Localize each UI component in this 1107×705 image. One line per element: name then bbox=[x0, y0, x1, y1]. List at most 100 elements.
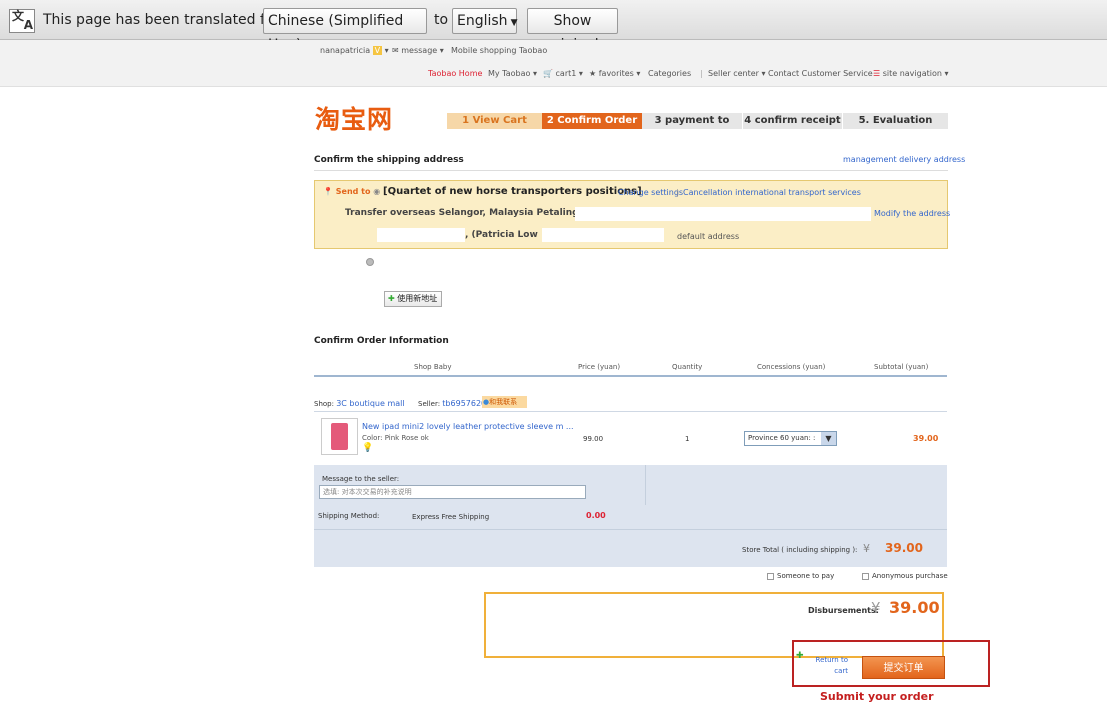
favorites-link[interactable]: ★ favorites ▾ bbox=[589, 69, 640, 78]
seller-name-link[interactable]: tb6957620 bbox=[442, 399, 486, 408]
shop-name-link[interactable]: 3C boutique mall bbox=[336, 399, 404, 408]
new-address-text: 使用新地址 bbox=[397, 294, 438, 303]
shop-label: Shop: bbox=[314, 400, 334, 408]
customer-service-link[interactable]: Contact Customer Service bbox=[768, 69, 873, 78]
my-taobao-link[interactable]: My Taobao ▾ bbox=[488, 69, 537, 78]
anonymous-purchase-option[interactable]: Anonymous purchase bbox=[862, 572, 948, 580]
categories-link[interactable]: Categories bbox=[648, 69, 691, 78]
send-to-label: 📍 Send to ◉ bbox=[323, 187, 380, 196]
return-to-cart-link[interactable]: Return to cart bbox=[808, 655, 848, 677]
taobao-home-link[interactable]: Taobao Home bbox=[428, 69, 482, 78]
shipping-section-title: Confirm the shipping address bbox=[314, 155, 464, 165]
product-title-link[interactable]: New ipad mini2 lovely leather protective… bbox=[362, 422, 574, 431]
message-link[interactable]: ✉ message ▾ bbox=[392, 46, 444, 55]
divider bbox=[314, 411, 947, 412]
menu-icon: ☰ bbox=[873, 69, 881, 78]
order-section-title: Confirm Order Information bbox=[314, 336, 449, 346]
username-link[interactable]: nanapatricia V ▾ bbox=[320, 46, 389, 55]
currency-symbol: ¥ bbox=[863, 542, 870, 555]
product-thumbnail[interactable] bbox=[321, 418, 358, 455]
anonymous-text: Anonymous purchase bbox=[872, 572, 948, 580]
recipient-name: , (Patricia Low bbox=[465, 230, 538, 240]
site-navigation-link[interactable]: ☰ site navigation ▾ bbox=[873, 69, 949, 78]
site-navigation-text: site navigation bbox=[882, 69, 942, 78]
step-evaluation: 5. Evaluation bbox=[842, 113, 948, 129]
message-label: Message to the seller: bbox=[322, 475, 400, 483]
source-language-select[interactable]: Chinese (Simplified Han)▼ bbox=[263, 8, 427, 53]
translate-icon[interactable]: 文A bbox=[9, 9, 35, 33]
target-language-value: English bbox=[457, 13, 508, 29]
taobao-logo[interactable]: 淘宝网 bbox=[315, 100, 393, 136]
arrow-left-icon: ✚ bbox=[796, 651, 804, 661]
disbursements-value: 39.00 bbox=[889, 598, 940, 617]
divider bbox=[314, 170, 948, 171]
submit-order-caption: Submit your order bbox=[820, 690, 934, 703]
header-concessions: Concessions (yuan) bbox=[757, 363, 826, 371]
shipping-cost: 0.00 bbox=[586, 511, 606, 520]
shop-row: Shop: 3C boutique mall bbox=[314, 399, 405, 408]
table-header-rule bbox=[314, 375, 947, 377]
header-subtotal: Subtotal (yuan) bbox=[874, 363, 929, 371]
someone-to-pay-option[interactable]: Someone to pay bbox=[767, 572, 834, 580]
item-subtotal: 39.00 bbox=[913, 434, 939, 443]
address-line: Transfer overseas Selangor, Malaysia Pet… bbox=[345, 208, 579, 218]
site-nav: nanapatricia V ▾ ✉ message ▾ Mobile shop… bbox=[0, 40, 1107, 87]
seller-label: Seller: bbox=[418, 400, 441, 408]
store-total-value: 39.00 bbox=[885, 541, 923, 555]
translate-to-label: to bbox=[434, 12, 449, 28]
submit-order-button[interactable]: 提交订单 bbox=[862, 656, 945, 679]
redacted-block bbox=[542, 228, 664, 242]
item-price: 99.00 bbox=[583, 435, 604, 443]
chevron-down-icon: ▼ bbox=[510, 18, 518, 28]
my-taobao-text: My Taobao bbox=[488, 69, 531, 78]
seller-center-link[interactable]: Seller center ▾ bbox=[708, 69, 766, 78]
cart-icon: 🛒 bbox=[543, 69, 553, 78]
message-text: message bbox=[401, 46, 438, 55]
new-address-radio[interactable] bbox=[366, 258, 374, 266]
cart-link[interactable]: 🛒 cart1 ▾ bbox=[543, 69, 583, 78]
contact-seller-button[interactable]: ●和我联系 bbox=[482, 396, 527, 408]
contact-seller-text: 和我联系 bbox=[489, 398, 518, 406]
cart-text: cart1 bbox=[555, 69, 577, 78]
translate-message: This page has been translated from bbox=[43, 12, 293, 28]
concession-select[interactable]: Province 60 yuan: : ▼ bbox=[744, 431, 837, 446]
send-to-text: Send to bbox=[335, 187, 371, 196]
nav-divider: | bbox=[700, 69, 703, 78]
plus-icon: ✚ bbox=[388, 294, 395, 303]
redacted-block bbox=[377, 228, 465, 242]
concession-value: Province 60 yuan: : bbox=[748, 434, 816, 442]
step-confirm-order: 2 Confirm Order bbox=[542, 113, 642, 129]
chevron-down-icon: ▼ bbox=[821, 432, 836, 445]
header-quantity: Quantity bbox=[672, 363, 703, 371]
link-divider: | bbox=[676, 188, 679, 197]
shipping-method-value: Express Free Shipping bbox=[412, 513, 490, 521]
redacted-block bbox=[575, 207, 871, 221]
modify-address-link[interactable]: Modify the address bbox=[874, 209, 950, 218]
manage-address-link[interactable]: management delivery address bbox=[843, 155, 965, 164]
show-original-button[interactable]: Show original bbox=[527, 8, 618, 53]
radio-selected-icon: ◉ bbox=[373, 187, 381, 196]
order-progress-steps: 1 View Cart 2 Confirm Order 3 payment to… bbox=[447, 113, 948, 129]
disbursements-label: Disbursements: bbox=[808, 606, 879, 615]
store-total-label: Store Total ( including shipping ): bbox=[742, 546, 858, 554]
address-title: [Quartet of new horse transporters posit… bbox=[383, 186, 642, 197]
step-view-cart: 1 View Cart bbox=[447, 113, 542, 129]
default-address-label: default address bbox=[677, 232, 740, 241]
divider bbox=[645, 465, 646, 505]
target-language-select[interactable]: English ▼ bbox=[452, 8, 517, 34]
username-text: nanapatricia bbox=[320, 46, 371, 55]
use-new-address-button[interactable]: ✚ 使用新地址 bbox=[384, 291, 442, 307]
someone-pay-checkbox[interactable] bbox=[767, 572, 774, 580]
step-payment: 3 payment to bbox=[642, 113, 742, 129]
change-settings-link[interactable]: Change settings bbox=[618, 188, 683, 197]
anonymous-checkbox[interactable] bbox=[862, 572, 869, 580]
header-price: Price (yuan) bbox=[578, 363, 621, 371]
cancel-transport-link[interactable]: Cancellation international transport ser… bbox=[683, 188, 861, 197]
vip-badge-icon: V bbox=[372, 46, 383, 55]
seller-message-input[interactable]: 选填: 对本次交易的补充说明 bbox=[319, 485, 586, 499]
mobile-shopping-link[interactable]: Mobile shopping Taobao bbox=[451, 46, 547, 55]
someone-pay-text: Someone to pay bbox=[777, 572, 835, 580]
favorites-text: favorites bbox=[598, 69, 634, 78]
translate-bar: 文A This page has been translated from Ch… bbox=[0, 0, 1107, 53]
selected-address-box[interactable]: 📍 Send to ◉ [Quartet of new horse transp… bbox=[314, 180, 950, 249]
